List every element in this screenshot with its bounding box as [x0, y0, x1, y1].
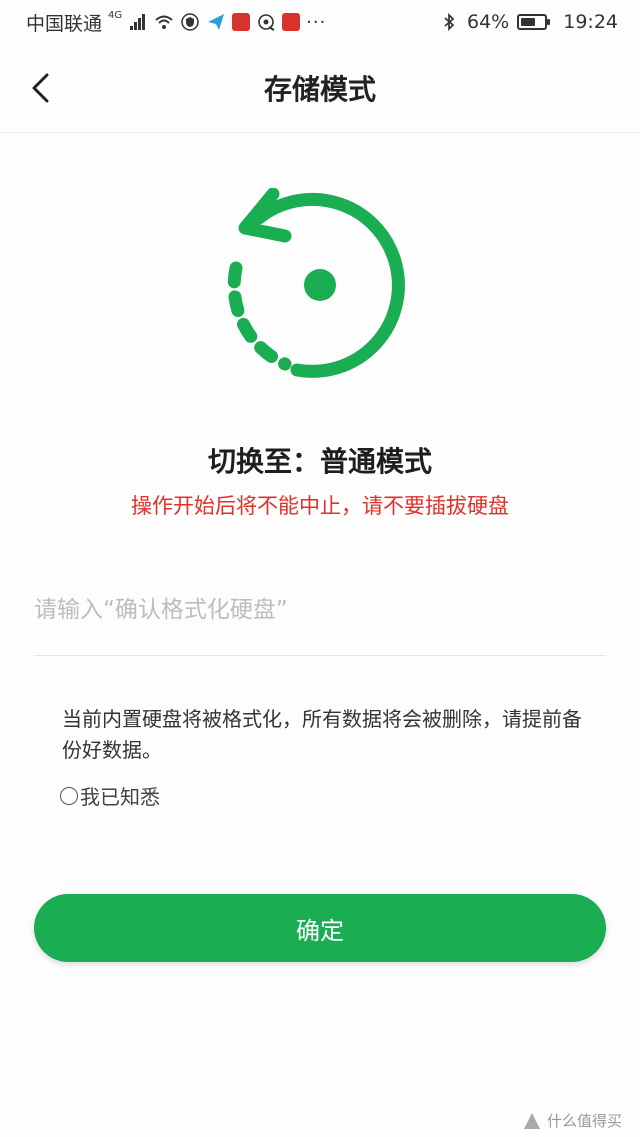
status-bar-right: 64% 19:24	[439, 0, 618, 44]
more-notifications-icon: ···	[306, 11, 327, 33]
rotate-reset-icon	[227, 188, 405, 378]
storage-mode-screen: 中国联通 4G ··· 64% 19:24 存储模式 切换至：普通模式 操作开始…	[0, 0, 640, 1137]
vpn-shield-icon	[181, 13, 199, 31]
acknowledge-label: 我已知悉	[80, 785, 160, 809]
status-bar-left: 中国联通 4G ···	[26, 0, 326, 44]
clock: 19:24	[563, 11, 618, 33]
gallery-icon	[282, 13, 301, 31]
confirm-text-input[interactable]	[34, 580, 606, 640]
carrier-name: 中国联通	[26, 12, 103, 35]
signal-icon	[130, 14, 146, 30]
acknowledge-checkbox[interactable]: 我已知悉	[60, 781, 160, 810]
app-notification-icon	[232, 13, 251, 31]
nav-bar: 存储模式	[0, 44, 640, 133]
watermark: 什么值得买	[523, 1110, 622, 1131]
wifi-icon	[155, 15, 173, 29]
format-notice: 当前内置硬盘将被格式化，所有数据将会被删除，请提前备份好数据。	[62, 707, 582, 762]
battery-level-fill	[521, 18, 536, 26]
switch-mode-title: 切换至：普通模式	[207, 445, 432, 478]
watermark-text: 什么值得买	[546, 1112, 622, 1130]
status-bar: 中国联通 4G ··· 64% 19:24	[0, 0, 640, 44]
page-title: 存储模式	[263, 73, 376, 106]
input-underline	[34, 655, 606, 656]
watermark-logo-icon	[523, 1112, 540, 1129]
warning-text: 操作开始后将不能中止，请不要插拔硬盘	[131, 494, 509, 518]
confirm-button[interactable]: 确定	[34, 894, 606, 962]
bluetooth-icon	[444, 12, 455, 32]
hotspot-icon	[258, 14, 275, 31]
battery-percent: 64%	[467, 11, 510, 33]
battery-icon	[517, 14, 551, 30]
radio-circle-icon[interactable]	[60, 786, 78, 805]
network-type: 4G	[108, 10, 123, 21]
send-icon	[208, 14, 225, 30]
